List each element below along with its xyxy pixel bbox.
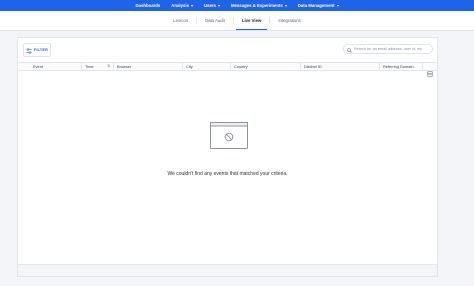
nav-messages-experiments-label: Messages & Experiments [230, 3, 283, 8]
chevron-down-icon [217, 4, 220, 7]
events-table-header: Event Time ⇅ Browser City Country Distinc… [18, 62, 437, 76]
live-view-panel: FILTER Event Time ⇅ Browser City Country … [17, 37, 438, 277]
column-header-event[interactable]: Event [30, 63, 82, 70]
tab-data-audit[interactable]: Data Audit [197, 11, 233, 30]
empty-state-illustration [210, 122, 248, 149]
column-header-country[interactable]: Country [231, 63, 301, 70]
filter-icon [26, 41, 32, 59]
chevron-down-icon [336, 4, 339, 7]
nav-data-management-label: Data Management [297, 3, 335, 8]
column-header-country-label: Country [234, 64, 248, 69]
search-input[interactable] [354, 47, 432, 51]
tab-live-view[interactable]: Live View [234, 11, 270, 30]
nav-dashboards[interactable]: Dashboards [135, 3, 160, 8]
column-header-browser[interactable]: Browser [114, 63, 183, 70]
nav-analysis[interactable]: Analysis [171, 3, 193, 8]
nav-messages-experiments[interactable]: Messages & Experiments [231, 3, 287, 8]
search-icon [347, 40, 352, 58]
column-header-time-label: Time [85, 64, 94, 69]
top-navigation-bar: Dashboards Analysis Users Messages & Exp… [0, 0, 474, 11]
column-header-referring-domain[interactable]: Referring Domain [380, 63, 423, 70]
filter-button[interactable]: FILTER [23, 43, 51, 57]
column-header-city[interactable]: City [183, 63, 231, 70]
nav-users[interactable]: Users [204, 3, 220, 8]
nav-users-label: Users [203, 3, 216, 8]
sub-navigation-tabs: Lexicon Data Audit Live View Integration… [0, 11, 474, 31]
tab-lexicon[interactable]: Lexicon [165, 11, 196, 30]
sort-icon: ⇅ [107, 64, 110, 68]
column-settings-icon[interactable] [427, 64, 433, 82]
empty-state-message: We couldn't find any events that matched… [167, 171, 288, 177]
panel-footer [18, 264, 437, 276]
nav-dashboards-label: Dashboards [135, 3, 161, 8]
column-header-distinct-id[interactable]: Distinct ID [301, 63, 380, 70]
column-header-event-label: Event [33, 64, 43, 69]
column-header-browser-label: Browser [117, 64, 132, 69]
chevron-down-icon [190, 4, 193, 7]
column-header-time[interactable]: Time ⇅ [82, 63, 114, 70]
nav-analysis-label: Analysis [171, 3, 189, 8]
filter-button-label: FILTER [33, 48, 49, 52]
nav-data-management[interactable]: Data Management [298, 3, 339, 8]
chevron-down-icon [284, 4, 287, 7]
column-header-referring-domain-label: Referring Domain [383, 64, 414, 69]
column-header-city-label: City [186, 64, 193, 69]
tab-integrations[interactable]: Integrations [270, 11, 308, 30]
column-header-distinct-id-label: Distinct ID [304, 64, 322, 69]
search-box[interactable] [343, 44, 433, 54]
